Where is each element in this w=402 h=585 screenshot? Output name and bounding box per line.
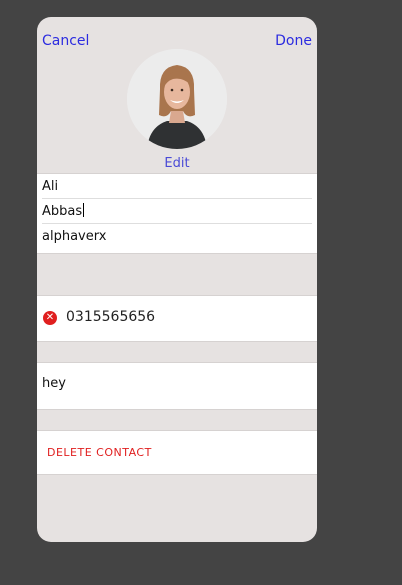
text-cursor xyxy=(83,203,85,217)
first-name-field[interactable]: Ali xyxy=(42,174,312,199)
company-field[interactable]: alphaverx xyxy=(42,224,312,248)
name-fields-card: Ali Abbas alphaverx xyxy=(37,173,317,254)
notes-field[interactable]: hey xyxy=(37,362,317,410)
first-name-value: Ali xyxy=(42,179,59,194)
person-photo-icon xyxy=(127,49,227,149)
delete-contact-button[interactable]: DELETE CONTACT xyxy=(37,430,317,475)
done-button[interactable]: Done xyxy=(275,33,312,49)
cancel-button[interactable]: Cancel xyxy=(42,33,89,49)
phone-number-field[interactable]: 0315565656 xyxy=(66,309,155,325)
last-name-field[interactable]: Abbas xyxy=(42,199,312,224)
edit-photo-link[interactable]: Edit xyxy=(37,156,317,171)
notes-value: hey xyxy=(42,376,66,391)
avatar[interactable] xyxy=(127,49,227,149)
contact-edit-screen: Cancel Done Edit Ali Abbas alphaverx ✕ 0… xyxy=(37,17,317,542)
delete-contact-label: DELETE CONTACT xyxy=(47,446,152,459)
remove-circle-icon[interactable]: ✕ xyxy=(43,311,57,325)
last-name-value: Abbas xyxy=(42,204,83,219)
company-value: alphaverx xyxy=(42,229,107,244)
phone-row: ✕ 0315565656 xyxy=(37,295,317,342)
